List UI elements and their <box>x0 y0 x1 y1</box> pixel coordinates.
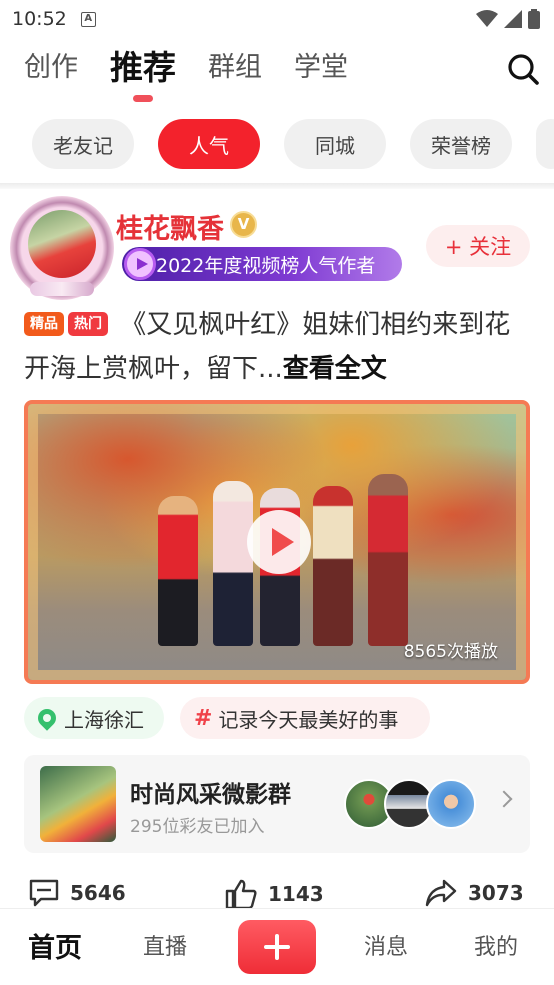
author-name[interactable]: 桂花飘香 <box>116 207 224 246</box>
tab-create[interactable]: 创作 <box>24 48 78 88</box>
tab-recommend[interactable]: 推荐 <box>110 48 176 88</box>
video-thumbnail[interactable]: 8565次播放 <box>24 400 530 684</box>
award-text: 2022年度视频榜人气作者 <box>156 254 376 277</box>
location-text: 上海徐汇 <box>64 707 144 732</box>
section-divider <box>0 183 554 189</box>
author-avatar[interactable] <box>10 196 114 300</box>
group-thumbnail <box>40 766 116 842</box>
wifi-icon <box>476 10 498 27</box>
chevron-right-icon <box>495 790 513 808</box>
chip-local[interactable]: 同城 <box>284 119 386 169</box>
status-time: 10:52 <box>12 8 67 30</box>
notification-icon: A <box>80 11 96 27</box>
nav-messages[interactable]: 消息 <box>364 929 408 961</box>
chip-more[interactable] <box>536 119 554 169</box>
comment-count: 5646 <box>70 881 126 905</box>
member-avatar <box>426 779 476 829</box>
share-count: 3073 <box>468 881 524 905</box>
avatar-photo <box>28 210 96 278</box>
topic-tag[interactable]: # 记录今天最美好的事 <box>180 697 430 739</box>
verified-badge-icon: V <box>230 211 257 238</box>
filter-chips: 老友记 人气 同城 荣誉榜 <box>32 119 554 169</box>
hot-badge: 热门 <box>68 312 108 336</box>
hashtag-icon: # <box>194 705 213 731</box>
comment-button[interactable]: 5646 <box>28 878 126 908</box>
chip-old-friends[interactable]: 老友记 <box>32 119 134 169</box>
battery-icon <box>528 9 540 29</box>
nav-live[interactable]: 直播 <box>143 929 187 961</box>
group-name: 时尚风采微影群 <box>130 782 291 808</box>
like-count: 1143 <box>268 882 324 906</box>
read-more-link[interactable]: 查看全文 <box>283 354 387 384</box>
nav-profile[interactable]: 我的 <box>474 929 518 961</box>
comment-icon <box>29 879 59 907</box>
create-post-button[interactable] <box>238 920 316 974</box>
search-icon[interactable] <box>506 52 540 86</box>
status-bar: 10:52 A <box>0 0 554 38</box>
follow-button[interactable]: + 关注 <box>426 225 530 267</box>
bottom-nav: 首页 直播 消息 我的 <box>0 908 554 985</box>
signal-icon <box>504 10 522 28</box>
avatar-decoration <box>30 282 94 296</box>
group-member-count: 295位彩友已加入 <box>130 817 265 837</box>
topic-text: 记录今天最美好的事 <box>218 707 399 732</box>
share-button[interactable]: 3073 <box>424 878 524 908</box>
like-button[interactable]: 1143 <box>224 878 324 910</box>
video-award-icon <box>124 248 156 280</box>
award-banner[interactable]: 2022年度视频榜人气作者 <box>122 247 402 281</box>
nav-home[interactable]: 首页 <box>28 926 82 965</box>
post-caption[interactable]: 精品 热门 《又见枫叶红》姐妹们相约来到花开海上赏枫叶，留下...查看全文 <box>24 303 534 391</box>
location-pin-icon <box>34 705 60 731</box>
chip-honor-list[interactable]: 荣誉榜 <box>410 119 512 169</box>
tab-academy[interactable]: 学堂 <box>294 48 348 88</box>
location-tag[interactable]: 上海徐汇 <box>24 697 164 739</box>
group-card[interactable]: 时尚风采微影群 295位彩友已加入 <box>24 755 530 853</box>
chip-popular[interactable]: 人气 <box>158 119 260 169</box>
thumbs-up-icon <box>225 879 257 910</box>
status-icons <box>476 9 540 29</box>
featured-badge: 精品 <box>24 312 64 336</box>
share-arrow-icon <box>425 879 457 907</box>
play-count: 8565次播放 <box>403 642 498 662</box>
play-icon[interactable] <box>247 510 311 574</box>
top-tabs: 创作 推荐 群组 学堂 <box>24 48 380 88</box>
tab-groups[interactable]: 群组 <box>208 48 262 88</box>
